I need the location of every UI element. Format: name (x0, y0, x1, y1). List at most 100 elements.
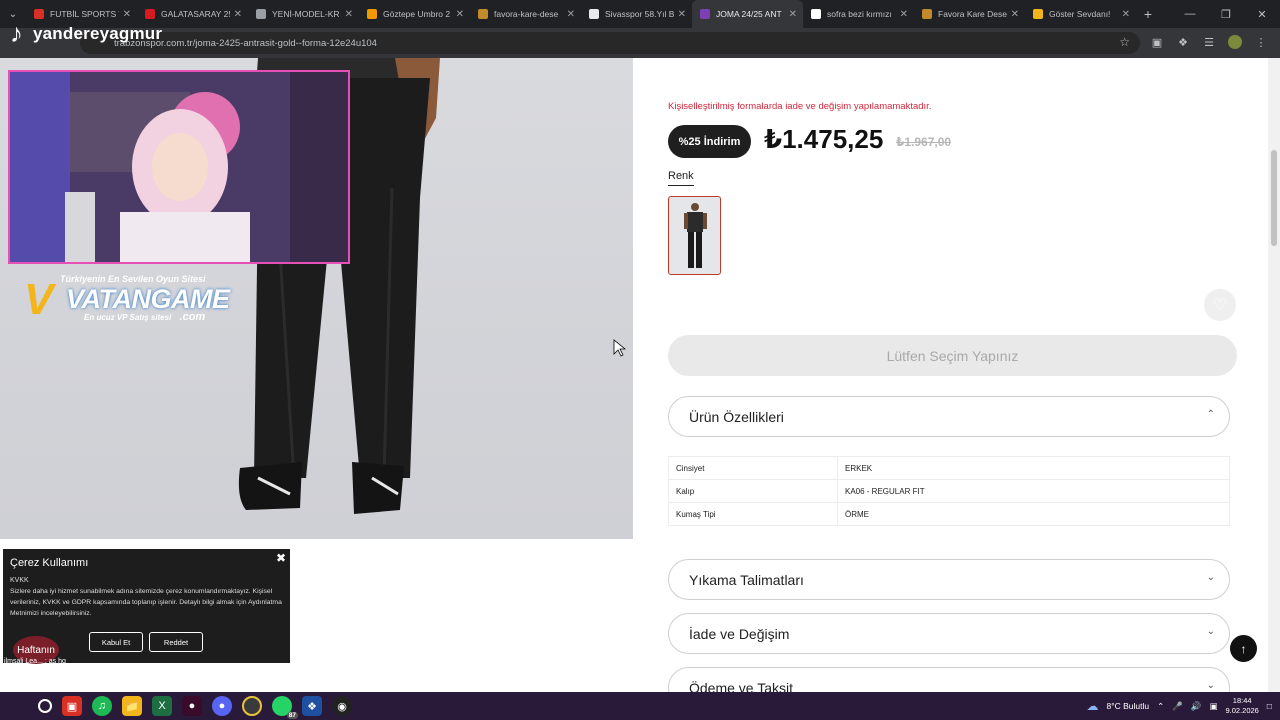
tab-favicon-icon (589, 9, 599, 19)
tab-title: Sivasspor 58.Yıl B (605, 9, 674, 19)
chevron-down-icon: ⌄ (1206, 572, 1215, 583)
clock[interactable]: 18:44 9.02.2026 (1225, 696, 1258, 716)
current-price: ₺1.475,25 (764, 124, 884, 154)
accordion-return[interactable]: İade ve Değişim ⌄ (668, 613, 1230, 654)
cookie-reject-button[interactable]: Reddet (149, 632, 203, 652)
webcam-scene (10, 72, 348, 262)
tab-title: JOMA 24/25 ANT (716, 9, 782, 19)
tab-close-icon[interactable]: ✕ (567, 9, 575, 20)
discount-badge: %25 İndirim (668, 125, 751, 158)
accordion-washing[interactable]: Yıkama Talimatları ⌄ (668, 559, 1230, 600)
bookmark-star-icon[interactable]: ☆ (1119, 35, 1130, 49)
select-option-button[interactable]: Lütfen Seçim Yapınız (668, 335, 1237, 376)
file-explorer-icon[interactable]: 📁 (122, 696, 142, 716)
excel-icon[interactable]: X (152, 696, 172, 716)
tiktok-logo-icon: ♪ (10, 18, 23, 48)
restore-icon[interactable]: ❐ (1208, 8, 1244, 21)
accordion-washing-label: Yıkama Talimatları (689, 571, 804, 588)
color-swatch[interactable] (668, 196, 721, 275)
tab-close-icon[interactable]: ✕ (1011, 9, 1019, 20)
sponsor-sub-text: En ucuz VP Satış sitesi (84, 313, 172, 322)
browser-tab[interactable]: sofra bezi kırmızı ✕ (803, 0, 914, 28)
tab-close-icon[interactable]: ✕ (789, 9, 797, 20)
personalization-notice: Kişiselleştirilmiş formalarda iade ve de… (668, 101, 932, 112)
spec-row: Kalıp KA06 - REGULAR FIT (668, 479, 1230, 503)
browser-tab[interactable]: YENİ-MODEL-KR ✕ (248, 0, 359, 28)
tab-close-icon[interactable]: ✕ (345, 9, 353, 20)
menu-kebab-icon[interactable]: ⋮ (1254, 35, 1268, 49)
spotify-icon[interactable]: ♫ (92, 696, 112, 716)
sponsor-subline: En ucuz VP Satış sitesi .com (84, 311, 205, 323)
streamer-username: yandereyagmur (33, 23, 163, 43)
tab-close-icon[interactable]: ✕ (1122, 9, 1130, 20)
profile-avatar[interactable] (1228, 35, 1242, 49)
chevron-up-icon: ⌃ (1206, 409, 1215, 420)
new-tab-button[interactable]: + (1136, 6, 1160, 22)
cookie-accept-button[interactable]: Kabul Et (89, 632, 143, 652)
browser-tab[interactable]: Favora Kare Dese ✕ (914, 0, 1025, 28)
chevron-down-icon: ⌄ (1206, 626, 1215, 637)
spec-table: Cinsiyet ERKEK Kalıp KA06 - REGULAR FIT Kuma… (668, 456, 1230, 526)
app-icon-blue[interactable]: ❖ (302, 696, 322, 716)
close-window-icon[interactable]: ✕ (1244, 8, 1280, 21)
accordion-payment-label: Ödeme ve Taksit (689, 679, 794, 693)
spec-row: Kumaş Tipi ÖRME (668, 502, 1230, 526)
tab-close-icon[interactable]: ✕ (456, 9, 464, 20)
scrollbar-thumb[interactable] (1271, 150, 1277, 246)
window-controls: — ❐ ✕ (1172, 8, 1280, 21)
browser-tab[interactable]: Göster Sevdanı! ✕ (1025, 0, 1136, 28)
tab-title: YENİ-MODEL-KR (272, 9, 340, 19)
tab-favicon-icon (367, 9, 377, 19)
minimize-icon[interactable]: — (1172, 8, 1208, 21)
wishlist-heart-icon[interactable]: ♡ (1204, 289, 1236, 321)
color-label: Renk (668, 170, 694, 186)
browser-tab[interactable]: Göztepe Umbro 2 ✕ (359, 0, 470, 28)
swatch-thumbnail (684, 203, 707, 268)
spec-value: ÖRME (837, 502, 1230, 526)
media-icon[interactable]: ☰ (1202, 35, 1216, 49)
browser-tab[interactable]: favora-kare-dese ✕ (470, 0, 581, 28)
accordion-product-features[interactable]: Ürün Özellikleri ⌃ (668, 396, 1230, 437)
tab-close-icon[interactable]: ✕ (900, 9, 908, 20)
accordion-features-label: Ürün Özellikleri (689, 408, 784, 425)
tab-close-icon[interactable]: ✕ (234, 9, 242, 20)
scroll-to-top-button[interactable]: ↑ (1230, 635, 1257, 662)
tab-favicon-icon (811, 9, 821, 19)
tab-title: Favora Kare Dese (938, 9, 1007, 19)
whatsapp-icon[interactable]: 87 (272, 696, 298, 719)
page-scrollbar[interactable] (1268, 58, 1280, 692)
tab-title: Göster Sevdanı! (1049, 9, 1111, 19)
cast-icon[interactable]: ▣ (1150, 35, 1164, 49)
accordion-payment[interactable]: Ödeme ve Taksit ⌄ (668, 667, 1230, 692)
old-price: ₺1.967,00 (896, 135, 952, 149)
extensions-icon[interactable]: ❖ (1176, 35, 1190, 49)
url-field[interactable]: trabzonspor.com.tr/joma-2425-antrasit-go… (80, 32, 1140, 54)
tab-close-icon[interactable]: ✕ (678, 9, 686, 20)
address-bar: trabzonspor.com.tr/joma-2425-antrasit-go… (0, 28, 1280, 58)
task-view-icon[interactable]: ▣ (62, 696, 82, 716)
browser-tab[interactable]: JOMA 24/25 ANT ✕ (692, 0, 803, 28)
obs-icon[interactable]: ● (182, 696, 202, 716)
volume-icon[interactable]: 🔊 (1191, 701, 1202, 712)
weather-text[interactable]: 8°C Bulutlu (1107, 701, 1150, 711)
system-tray: ☁ 8°C Bulutlu ⌃ 🎤 🔊 ▣ 18:44 9.02.2026 □ (1087, 692, 1272, 720)
notifications-icon[interactable]: □ (1267, 701, 1272, 711)
tray-expand-icon[interactable]: ⌃ (1157, 701, 1164, 712)
network-icon[interactable]: ▣ (1209, 701, 1217, 712)
app-icon-dark[interactable]: ◉ (332, 696, 352, 716)
search-icon[interactable] (38, 699, 52, 713)
spec-key: Kalıp (668, 479, 838, 503)
browser-tab[interactable]: Sivasspor 58.Yıl B ✕ (581, 0, 692, 28)
discord-icon[interactable]: ● (212, 696, 232, 716)
close-icon[interactable]: ✖ (276, 551, 286, 565)
chat-message: javascript:void(0); (4, 676, 59, 683)
mic-icon[interactable]: 🎤 (1172, 701, 1183, 712)
tab-strip: ⌄ FUTBİL SPORTS V ✕ GALATASARAY 25 ✕ YENİ-MO… (0, 0, 1280, 28)
chrome-icon[interactable] (242, 696, 262, 716)
tab-favicon-icon (922, 9, 932, 19)
sponsor-tld: .com (179, 311, 206, 323)
sponsor-banner: V Türkiyenin En Sevilen Oyun Sitesi VATA… (24, 274, 264, 326)
cookie-body-text: Sizlere daha iyi hizmet sunabilmek adına… (10, 588, 282, 617)
cookie-kvkk-label: KVKK (10, 577, 29, 584)
taskbar: ▣ ♫ 📁 X ● ● 87 ❖ ◉ ☁ 8°C Bulutlu ⌃ 🎤 🔊 ▣… (0, 692, 1280, 720)
